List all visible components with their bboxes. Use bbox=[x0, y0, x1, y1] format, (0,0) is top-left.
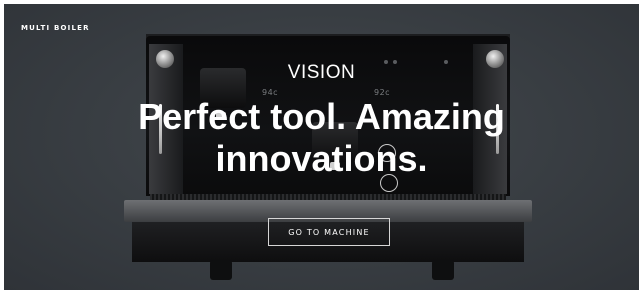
go-to-machine-button[interactable]: GO TO MACHINE bbox=[268, 218, 390, 246]
hero-headline-line2: innovations. bbox=[215, 138, 428, 179]
machine-foot-right bbox=[432, 260, 454, 280]
machine-brand-logo: VISION bbox=[287, 62, 356, 83]
hero-section: MULTI BOILER 94c 92c VISION Perfect tool… bbox=[4, 4, 639, 290]
machine-foot-left bbox=[210, 260, 232, 280]
hero-headline-line1: Perfect tool. Amazing bbox=[138, 96, 505, 137]
hero-headline: Perfect tool. Amazing innovations. bbox=[4, 96, 639, 180]
